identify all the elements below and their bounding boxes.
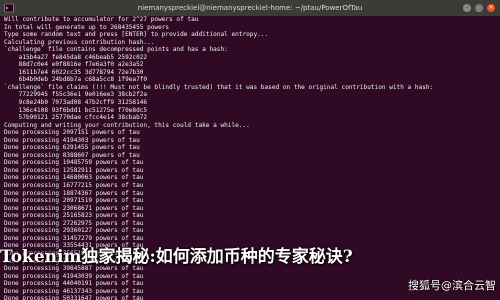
terminal-line: 77229945 f55c36e1 9e016ee3 38cb2f2a [4, 91, 148, 99]
terminal-line: Done processing 10485759 powers of tau [4, 159, 144, 167]
terminal-line: 136c4108 93f6bdd1 bc51275e f70e8dc5 [4, 106, 148, 114]
source-watermark: 搜狐号@滨合云智 [408, 279, 496, 292]
terminal-line: 88d7c0e4 e0f8816e f7e6a3f0 a2e3a52 [4, 61, 144, 69]
maximize-icon[interactable]: □ [475, 4, 483, 12]
terminal-line: Done processing 25165823 powers of tau [4, 212, 144, 220]
terminal-line: 1611b7e4 6022cc35 3d778794 72e7b30 [4, 68, 144, 76]
terminal-line: Will contribute to accumulator for 2^27 … [4, 16, 199, 23]
terminal-line: Done processing 20971519 powers of tau [4, 197, 144, 205]
terminal-line: Done processing 16777215 powers of tau [4, 182, 144, 190]
terminal-line: Done processing 18874367 powers of tau [4, 189, 144, 197]
terminal-line: Done processing 29360127 powers of tau [4, 227, 144, 235]
terminal-line: Done processing 23068671 powers of tau [4, 204, 144, 212]
terminal-line: In total will generate up to 268435455 p… [4, 23, 170, 31]
terminal-line: 57b90121 25770dae cfcc4e14 38cbab72 [4, 114, 148, 122]
terminal-line: Type some random text and press [ENTER] … [4, 31, 269, 39]
terminal-line: 6b4b0deb 24bd8b7a c68a5cc8 1f9ea7f0 [4, 76, 148, 84]
terminal-line: `challenge` file claims (!!! Must not be… [4, 83, 434, 91]
terminal-line: Done processing 31457279 powers of tau [4, 234, 144, 242]
terminal-line: `challenge` file contains decompressed p… [4, 46, 228, 54]
terminal-line: 9c8e24b0 7073ad08 47b2cff9 31258146 [4, 99, 148, 107]
terminal-line: a15b4a27 fe845da8 c46beab5 2592c022 [4, 53, 148, 61]
terminal-line: Done processing 2097151 powers of tau [4, 129, 140, 137]
terminal-line: Done processing 27262975 powers of tau [4, 219, 144, 227]
window-titlebar[interactable]: niemanyspreckiel@niemanyspreckiel-home: … [0, 0, 500, 16]
terminal-line: Computing and writing your contribution,… [4, 121, 250, 129]
terminal-line: Done processing 12582911 powers of tau [4, 166, 144, 174]
close-icon[interactable]: × [487, 4, 495, 12]
terminal-line: Done processing 6291455 powers of tau [4, 144, 140, 152]
window-controls: – □ × [463, 4, 495, 12]
terminal-app-icon [4, 3, 14, 13]
article-headline-overlay: Tokenim独家揭秘:如何添加币种的专家秘诀? [0, 247, 353, 267]
terminal-line: Done processing 4194303 powers of tau [4, 136, 140, 144]
terminal-line: Done processing 50331647 powers of tau [4, 295, 144, 300]
minimize-icon[interactable]: – [463, 4, 471, 12]
terminal-line: Done processing 8388607 powers of tau [4, 151, 140, 159]
window-title: niemanyspreckiel@niemanyspreckiel-home: … [137, 4, 363, 12]
terminal-line: Done processing 14680063 powers of tau [4, 174, 144, 182]
